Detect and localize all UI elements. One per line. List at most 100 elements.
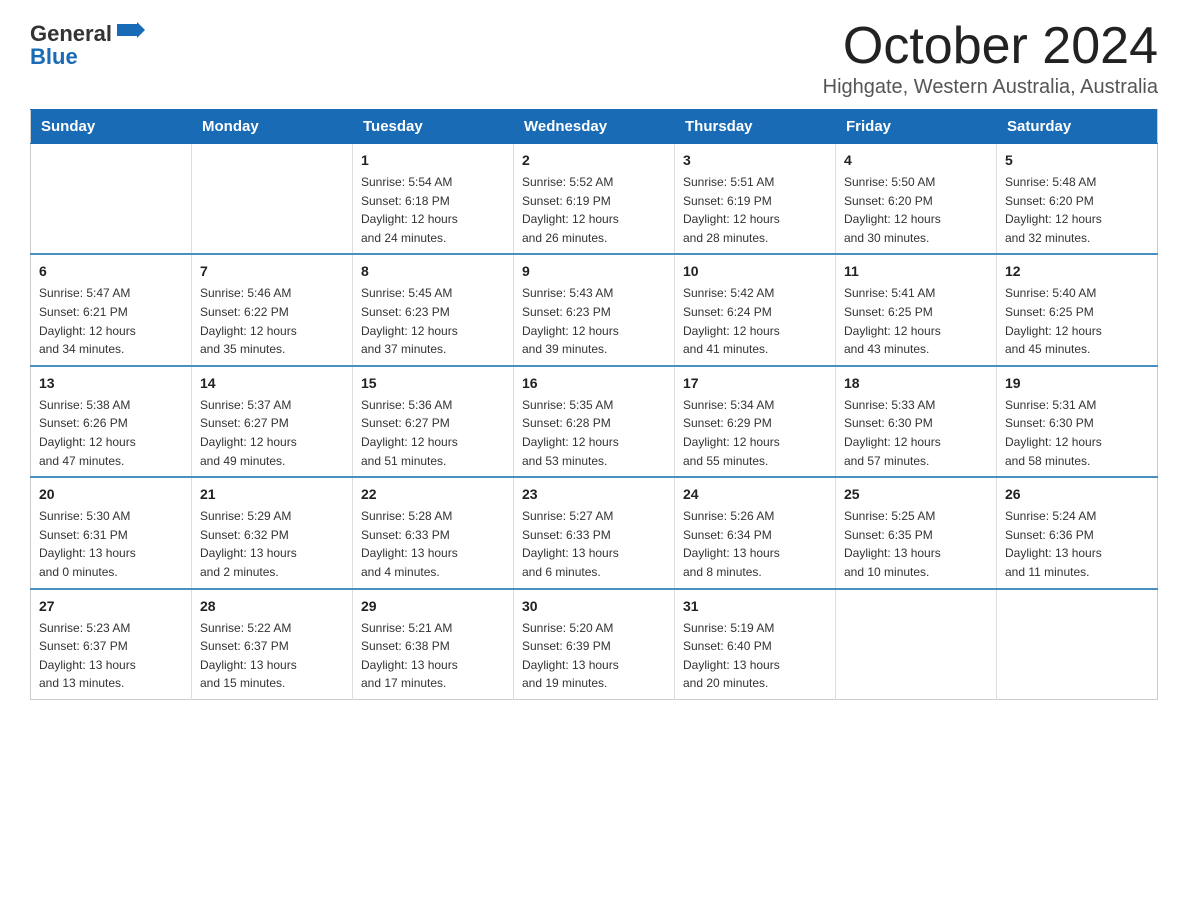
calendar-cell: 31Sunrise: 5:19 AMSunset: 6:40 PMDayligh… <box>675 589 836 700</box>
calendar-cell: 30Sunrise: 5:20 AMSunset: 6:39 PMDayligh… <box>514 589 675 700</box>
day-number: 29 <box>361 596 505 617</box>
day-info: Sunrise: 5:51 AMSunset: 6:19 PMDaylight:… <box>683 173 827 247</box>
calendar-cell: 20Sunrise: 5:30 AMSunset: 6:31 PMDayligh… <box>31 477 192 588</box>
calendar-cell: 18Sunrise: 5:33 AMSunset: 6:30 PMDayligh… <box>836 366 997 477</box>
calendar-header-saturday: Saturday <box>997 110 1158 144</box>
day-number: 11 <box>844 261 988 282</box>
day-info: Sunrise: 5:24 AMSunset: 6:36 PMDaylight:… <box>1005 507 1149 581</box>
day-info: Sunrise: 5:28 AMSunset: 6:33 PMDaylight:… <box>361 507 505 581</box>
day-number: 25 <box>844 484 988 505</box>
day-info: Sunrise: 5:23 AMSunset: 6:37 PMDaylight:… <box>39 619 183 693</box>
month-title: October 2024 <box>823 20 1158 72</box>
day-number: 14 <box>200 373 344 394</box>
calendar-header-wednesday: Wednesday <box>514 110 675 144</box>
day-number: 9 <box>522 261 666 282</box>
calendar-cell: 23Sunrise: 5:27 AMSunset: 6:33 PMDayligh… <box>514 477 675 588</box>
calendar-cell: 19Sunrise: 5:31 AMSunset: 6:30 PMDayligh… <box>997 366 1158 477</box>
day-info: Sunrise: 5:43 AMSunset: 6:23 PMDaylight:… <box>522 284 666 358</box>
day-info: Sunrise: 5:40 AMSunset: 6:25 PMDaylight:… <box>1005 284 1149 358</box>
day-info: Sunrise: 5:21 AMSunset: 6:38 PMDaylight:… <box>361 619 505 693</box>
calendar-cell: 27Sunrise: 5:23 AMSunset: 6:37 PMDayligh… <box>31 589 192 700</box>
logo-icon <box>115 18 145 48</box>
calendar-cell: 25Sunrise: 5:25 AMSunset: 6:35 PMDayligh… <box>836 477 997 588</box>
location-subtitle: Highgate, Western Australia, Australia <box>823 76 1158 99</box>
day-info: Sunrise: 5:26 AMSunset: 6:34 PMDaylight:… <box>683 507 827 581</box>
day-info: Sunrise: 5:33 AMSunset: 6:30 PMDaylight:… <box>844 396 988 470</box>
day-number: 17 <box>683 373 827 394</box>
day-number: 2 <box>522 150 666 171</box>
day-info: Sunrise: 5:37 AMSunset: 6:27 PMDaylight:… <box>200 396 344 470</box>
calendar-header-row: SundayMondayTuesdayWednesdayThursdayFrid… <box>31 110 1158 144</box>
day-number: 6 <box>39 261 183 282</box>
calendar-header-monday: Monday <box>192 110 353 144</box>
day-info: Sunrise: 5:46 AMSunset: 6:22 PMDaylight:… <box>200 284 344 358</box>
calendar-week-row: 6Sunrise: 5:47 AMSunset: 6:21 PMDaylight… <box>31 254 1158 365</box>
calendar-cell <box>997 589 1158 700</box>
day-number: 3 <box>683 150 827 171</box>
calendar-cell: 24Sunrise: 5:26 AMSunset: 6:34 PMDayligh… <box>675 477 836 588</box>
day-info: Sunrise: 5:52 AMSunset: 6:19 PMDaylight:… <box>522 173 666 247</box>
day-number: 13 <box>39 373 183 394</box>
calendar-header-thursday: Thursday <box>675 110 836 144</box>
day-number: 8 <box>361 261 505 282</box>
day-info: Sunrise: 5:36 AMSunset: 6:27 PMDaylight:… <box>361 396 505 470</box>
day-number: 7 <box>200 261 344 282</box>
calendar-cell: 2Sunrise: 5:52 AMSunset: 6:19 PMDaylight… <box>514 144 675 255</box>
day-number: 26 <box>1005 484 1149 505</box>
calendar-cell: 5Sunrise: 5:48 AMSunset: 6:20 PMDaylight… <box>997 144 1158 255</box>
day-number: 20 <box>39 484 183 505</box>
day-number: 4 <box>844 150 988 171</box>
day-info: Sunrise: 5:42 AMSunset: 6:24 PMDaylight:… <box>683 284 827 358</box>
day-number: 22 <box>361 484 505 505</box>
day-info: Sunrise: 5:35 AMSunset: 6:28 PMDaylight:… <box>522 396 666 470</box>
logo-text-blue: Blue <box>30 44 78 70</box>
calendar-cell: 17Sunrise: 5:34 AMSunset: 6:29 PMDayligh… <box>675 366 836 477</box>
day-number: 28 <box>200 596 344 617</box>
calendar-cell: 3Sunrise: 5:51 AMSunset: 6:19 PMDaylight… <box>675 144 836 255</box>
calendar-cell: 28Sunrise: 5:22 AMSunset: 6:37 PMDayligh… <box>192 589 353 700</box>
day-number: 24 <box>683 484 827 505</box>
day-info: Sunrise: 5:22 AMSunset: 6:37 PMDaylight:… <box>200 619 344 693</box>
day-info: Sunrise: 5:31 AMSunset: 6:30 PMDaylight:… <box>1005 396 1149 470</box>
calendar-header-sunday: Sunday <box>31 110 192 144</box>
calendar-cell: 4Sunrise: 5:50 AMSunset: 6:20 PMDaylight… <box>836 144 997 255</box>
calendar-week-row: 20Sunrise: 5:30 AMSunset: 6:31 PMDayligh… <box>31 477 1158 588</box>
calendar-cell: 14Sunrise: 5:37 AMSunset: 6:27 PMDayligh… <box>192 366 353 477</box>
day-number: 18 <box>844 373 988 394</box>
day-info: Sunrise: 5:25 AMSunset: 6:35 PMDaylight:… <box>844 507 988 581</box>
day-number: 31 <box>683 596 827 617</box>
day-info: Sunrise: 5:47 AMSunset: 6:21 PMDaylight:… <box>39 284 183 358</box>
day-info: Sunrise: 5:38 AMSunset: 6:26 PMDaylight:… <box>39 396 183 470</box>
day-info: Sunrise: 5:34 AMSunset: 6:29 PMDaylight:… <box>683 396 827 470</box>
day-number: 1 <box>361 150 505 171</box>
calendar-cell: 26Sunrise: 5:24 AMSunset: 6:36 PMDayligh… <box>997 477 1158 588</box>
calendar-cell <box>836 589 997 700</box>
day-number: 19 <box>1005 373 1149 394</box>
calendar-cell: 15Sunrise: 5:36 AMSunset: 6:27 PMDayligh… <box>353 366 514 477</box>
calendar-cell: 7Sunrise: 5:46 AMSunset: 6:22 PMDaylight… <box>192 254 353 365</box>
calendar-cell: 21Sunrise: 5:29 AMSunset: 6:32 PMDayligh… <box>192 477 353 588</box>
day-number: 10 <box>683 261 827 282</box>
calendar-cell: 11Sunrise: 5:41 AMSunset: 6:25 PMDayligh… <box>836 254 997 365</box>
calendar-cell: 13Sunrise: 5:38 AMSunset: 6:26 PMDayligh… <box>31 366 192 477</box>
day-info: Sunrise: 5:54 AMSunset: 6:18 PMDaylight:… <box>361 173 505 247</box>
calendar-cell: 22Sunrise: 5:28 AMSunset: 6:33 PMDayligh… <box>353 477 514 588</box>
page-header: General Blue October 2024 Highgate, West… <box>30 20 1158 99</box>
day-number: 5 <box>1005 150 1149 171</box>
calendar-cell <box>31 144 192 255</box>
day-info: Sunrise: 5:27 AMSunset: 6:33 PMDaylight:… <box>522 507 666 581</box>
day-number: 15 <box>361 373 505 394</box>
day-info: Sunrise: 5:20 AMSunset: 6:39 PMDaylight:… <box>522 619 666 693</box>
calendar-cell: 12Sunrise: 5:40 AMSunset: 6:25 PMDayligh… <box>997 254 1158 365</box>
day-info: Sunrise: 5:48 AMSunset: 6:20 PMDaylight:… <box>1005 173 1149 247</box>
day-number: 16 <box>522 373 666 394</box>
day-info: Sunrise: 5:30 AMSunset: 6:31 PMDaylight:… <box>39 507 183 581</box>
calendar-cell: 6Sunrise: 5:47 AMSunset: 6:21 PMDaylight… <box>31 254 192 365</box>
calendar-table: SundayMondayTuesdayWednesdayThursdayFrid… <box>30 109 1158 700</box>
day-number: 23 <box>522 484 666 505</box>
day-info: Sunrise: 5:41 AMSunset: 6:25 PMDaylight:… <box>844 284 988 358</box>
calendar-cell: 10Sunrise: 5:42 AMSunset: 6:24 PMDayligh… <box>675 254 836 365</box>
day-info: Sunrise: 5:29 AMSunset: 6:32 PMDaylight:… <box>200 507 344 581</box>
calendar-cell: 16Sunrise: 5:35 AMSunset: 6:28 PMDayligh… <box>514 366 675 477</box>
calendar-cell: 1Sunrise: 5:54 AMSunset: 6:18 PMDaylight… <box>353 144 514 255</box>
